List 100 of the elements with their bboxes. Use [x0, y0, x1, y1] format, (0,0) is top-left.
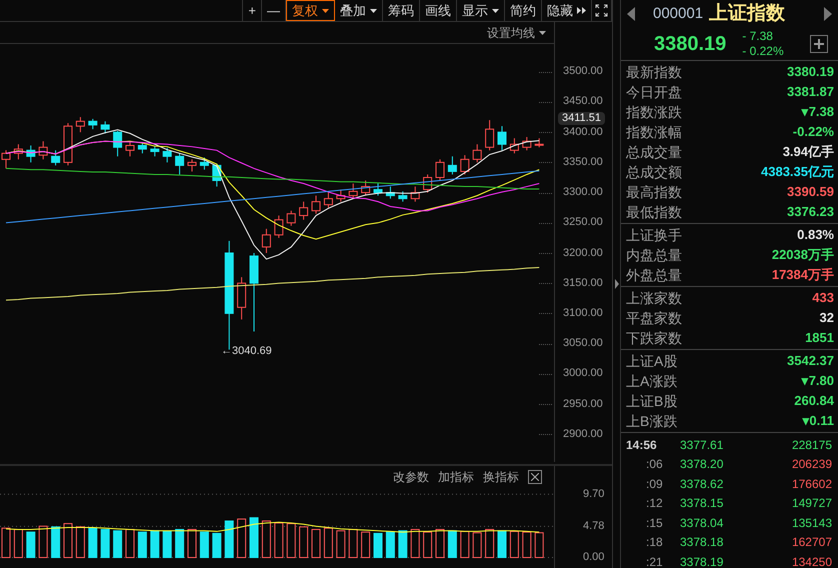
stat-label: 指数涨幅	[626, 122, 682, 142]
stat-value: 260.84	[794, 392, 834, 410]
stat-value: 433	[812, 289, 834, 308]
candlestick	[286, 210, 296, 226]
tick-volume: 228175	[792, 436, 832, 454]
stat-label: 指数涨跌	[626, 102, 682, 122]
candlestick	[460, 154, 470, 175]
toolbar-button[interactable]: 筹码	[383, 0, 420, 21]
candlestick	[410, 186, 420, 202]
candlestick	[262, 228, 271, 254]
toolbar-button[interactable]: 显示	[457, 0, 505, 21]
candlestick	[436, 158, 444, 182]
candlestick	[162, 147, 172, 163]
toolbar-button[interactable]: 叠加	[335, 0, 383, 21]
tick-volume: 206239	[792, 456, 832, 474]
toolbar-button[interactable]: 画线	[420, 0, 457, 21]
tick-time: :09	[645, 476, 664, 493]
stat-value: 3542.37	[787, 352, 834, 370]
candlestick	[312, 195, 320, 214]
candlestick	[113, 130, 122, 157]
tick-volume: 135143	[792, 514, 832, 532]
stat-value: 3390.59	[787, 183, 834, 202]
caret-icon	[539, 30, 546, 34]
candlestick	[299, 201, 308, 220]
stat-value: 3.94亿手	[782, 143, 834, 162]
stat-value: 22038万手	[772, 246, 834, 264]
candlestick	[398, 190, 408, 202]
price-axis-label: 2900.00	[563, 428, 603, 441]
stat-label: 上B涨跌	[626, 412, 678, 430]
candlestick	[26, 144, 36, 163]
price-axis-label: 3150.00	[563, 276, 603, 290]
stat-value: 3376.23	[787, 203, 834, 222]
stat-value: 4383.35亿元	[761, 163, 834, 182]
candlestick	[200, 157, 209, 170]
close-button[interactable]	[528, 470, 542, 484]
low-price-marker: ←3040.69	[221, 344, 272, 359]
volume-axis-label: 4.78	[583, 520, 604, 533]
volume-axis-label: 0.00	[583, 551, 604, 564]
candlestick	[88, 118, 98, 130]
stat-value: ▾7.38	[802, 103, 834, 122]
price-axis-label: 3300.00	[563, 186, 603, 200]
indicator-action-link[interactable]: 改参数	[393, 468, 429, 486]
candlestick	[138, 142, 147, 154]
tick-price: 3378.04	[680, 514, 724, 532]
tick-price: 3378.15	[680, 495, 724, 512]
candlestick	[76, 116, 85, 133]
toolbar-button[interactable]: +	[243, 0, 262, 21]
price-axis-label: 3450.00	[563, 95, 603, 108]
stat-label: 平盘家数	[626, 308, 682, 328]
candlestick	[336, 189, 346, 202]
toolbar-button[interactable]: —	[262, 0, 286, 21]
candlestick	[64, 122, 72, 166]
tick-price: 3378.19	[680, 554, 724, 568]
stat-label: 上证B股	[626, 392, 678, 410]
stat-value: 3381.87	[787, 83, 834, 102]
candlestick	[348, 183, 358, 200]
tick-volume: 162707	[792, 534, 832, 552]
stat-label: 上证换手	[626, 226, 682, 244]
stat-value: -0.22%	[792, 123, 834, 142]
candlestick	[522, 136, 532, 151]
tick-price: 3377.61	[680, 436, 724, 454]
toolbar-button[interactable]: 复权	[286, 0, 335, 21]
stat-value: 0.83%	[797, 226, 834, 244]
stat-value: 32	[820, 309, 834, 328]
tick-volume: 149727	[792, 495, 832, 512]
previous-arrow-icon[interactable]	[627, 7, 635, 21]
next-arrow-icon[interactable]	[824, 7, 832, 21]
tick-time: :06	[645, 456, 664, 474]
price-axis-label: 3350.00	[563, 156, 603, 169]
stat-label: 上涨家数	[626, 288, 682, 308]
price-axis-label: 3250.00	[563, 216, 603, 230]
tick-volume: 134250	[792, 554, 832, 568]
stat-value: 17384万手	[772, 266, 834, 284]
price-axis-label: 3400.00	[563, 126, 603, 139]
toolbar-button[interactable]: 简约	[505, 0, 542, 21]
indicator-action-link[interactable]: 换指标	[483, 468, 519, 486]
candlestick	[374, 183, 382, 196]
stat-label: 最低指数	[626, 202, 682, 222]
price-axis-label: 3500.00	[563, 65, 603, 78]
candlestick	[212, 163, 222, 188]
ma-settings-dropdown[interactable]: 设置均线	[487, 24, 546, 42]
candlestick	[14, 144, 23, 160]
stat-label: 最新指数	[626, 62, 682, 82]
tick-time: 14:56	[626, 436, 658, 454]
collapse-handle-icon[interactable]	[614, 279, 618, 289]
tick-time: :21	[645, 554, 664, 568]
add-button[interactable]	[810, 35, 828, 53]
toolbar-button[interactable]: 隐藏	[542, 0, 592, 21]
candlestick	[126, 140, 134, 157]
candlestick	[51, 150, 60, 166]
tick-time: :15	[645, 514, 664, 532]
price-axis-label: 3050.00	[563, 337, 603, 350]
indicator-action-link[interactable]: 加指标	[438, 468, 474, 486]
price-change: - 7.38	[742, 29, 774, 44]
fullscreen-icon	[595, 4, 608, 17]
candlestick	[510, 138, 519, 154]
stat-label: 总成交额	[626, 162, 682, 182]
stat-value: 1851	[805, 329, 834, 348]
stat-label: 上证A股	[626, 352, 678, 370]
candlestick	[485, 120, 494, 151]
